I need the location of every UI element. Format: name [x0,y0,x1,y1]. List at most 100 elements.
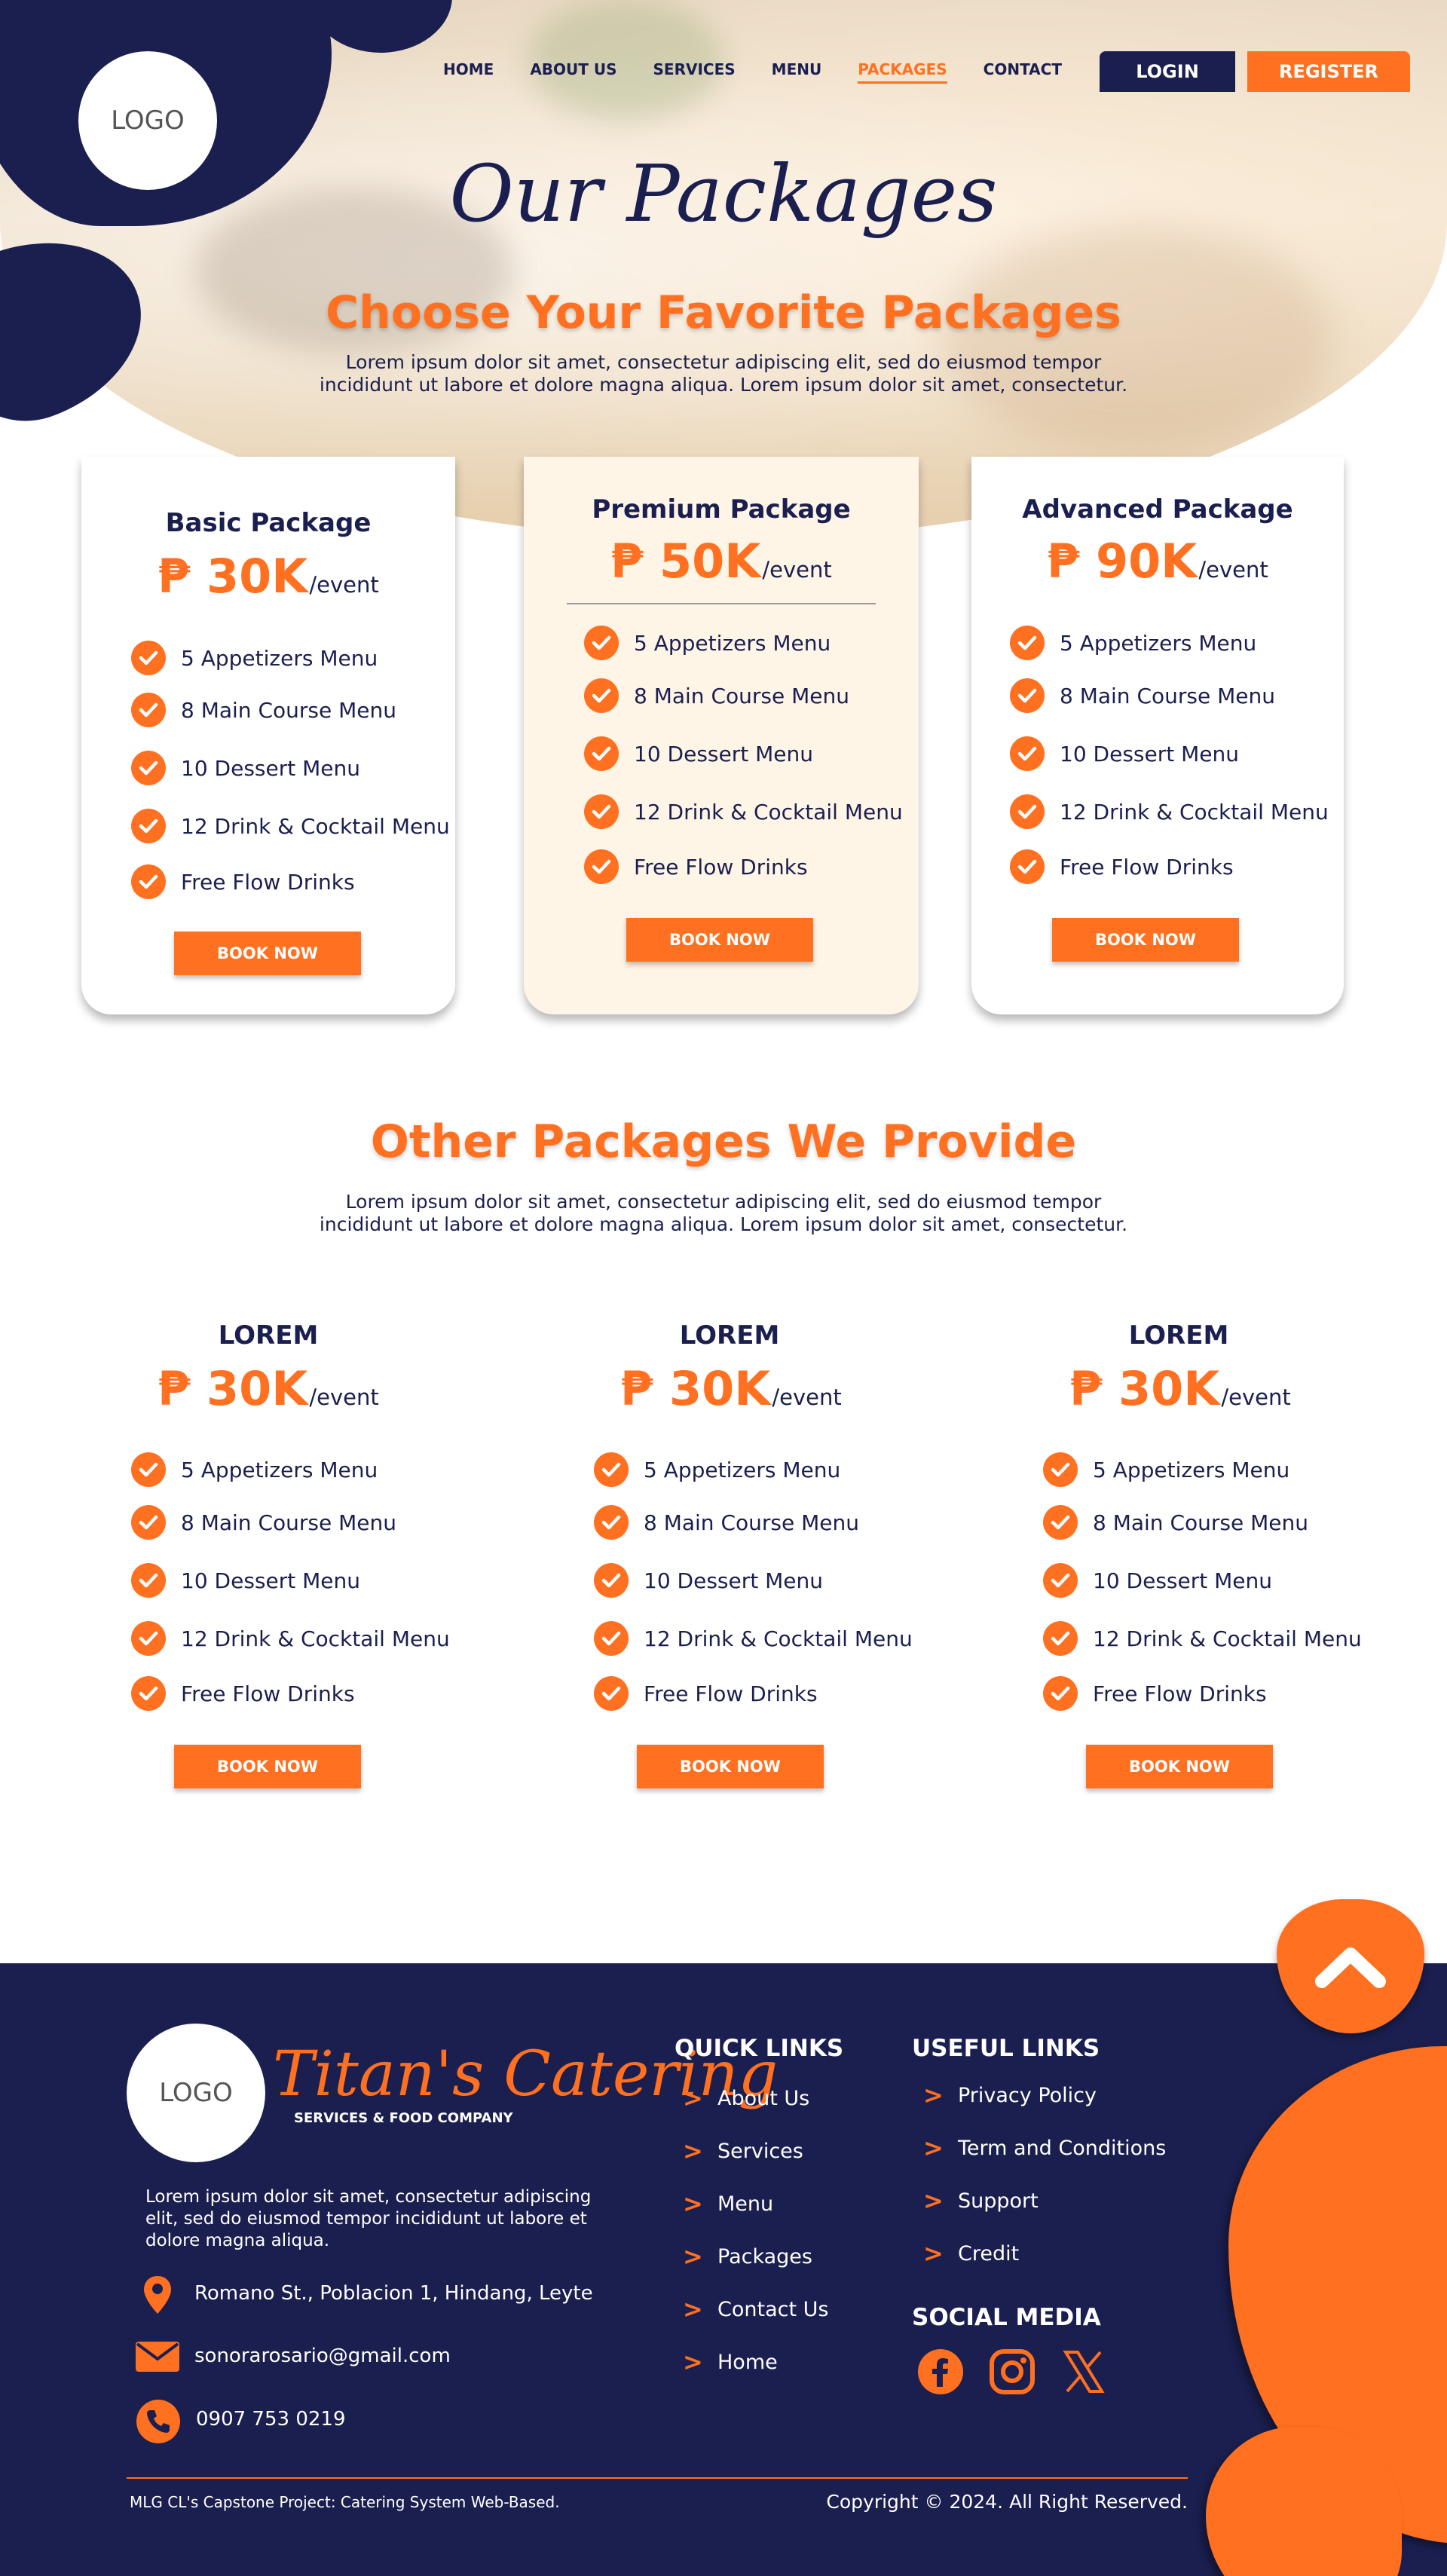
feature-label: 10 Dessert Menu [181,1568,360,1593]
check-icon [594,1452,629,1487]
footer-link-home[interactable]: > Home [683,2348,778,2376]
footer-link-menu[interactable]: > Menu [683,2189,773,2218]
hero-photo-blur [942,226,1334,452]
feature-item: 8 Main Course Menu [131,693,396,727]
chevron-right-icon: > [683,2084,703,2113]
register-button[interactable]: REGISTER [1247,51,1410,92]
feature-label: Free Flow Drinks [644,1681,818,1706]
nav-home[interactable]: HOME [443,60,494,84]
feature-label: 10 Dessert Menu [181,755,360,781]
footer-link-privacy-policy[interactable]: > Privacy Policy [923,2081,1097,2109]
check-icon [1043,1505,1078,1540]
check-icon [131,1452,166,1487]
price-unit: /event [1198,557,1268,583]
price-unit: /event [762,557,832,583]
footer-logo[interactable]: LOGO [127,2024,265,2162]
footer-link-support[interactable]: > Support [923,2186,1039,2215]
footer-link-label: Privacy Policy [958,2083,1097,2107]
check-icon [131,864,166,899]
feature-item: 5 Appetizers Menu [131,641,378,675]
other-package-price: ₱ 30K/event [544,1361,918,1416]
login-button[interactable]: LOGIN [1100,51,1235,92]
nav-packages[interactable]: PACKAGES [858,60,947,84]
footer-copyright: Copyright © 2024. All Right Reserved. [826,2491,1188,2513]
footer-about: Lorem ipsum dolor sit amet, consectetur … [145,2186,591,2252]
useful-links-heading: USEFUL LINKS [912,2035,1100,2062]
book-now-button[interactable]: BOOK NOW [1052,918,1239,962]
feature-item: 8 Main Course Menu [584,678,849,713]
footer-link-services[interactable]: > Services [683,2137,803,2165]
feature-label: Free Flow Drinks [634,854,808,880]
footer-link-label: Home [717,2350,778,2374]
book-now-button[interactable]: BOOK NOW [637,1745,824,1788]
facebook-icon[interactable] [916,2348,965,2396]
feature-item: 10 Dessert Menu [1043,1563,1272,1598]
page-script-title: Our Packages [449,148,998,240]
book-now-button[interactable]: BOOK NOW [174,932,361,975]
footer-link-label: Credit [958,2241,1020,2265]
instagram-icon[interactable] [988,2348,1036,2396]
check-icon [1010,678,1045,713]
feature-label: 5 Appetizers Menu [634,630,831,656]
check-icon [131,693,166,727]
chevron-right-icon: > [683,2295,703,2324]
footer-address: Romano St., Poblacion 1, Hindang, Leyte [194,2282,593,2305]
footer-link-label: Term and Conditions [958,2136,1167,2160]
footer-link-packages[interactable]: > Packages [683,2242,812,2271]
feature-item: 5 Appetizers Menu [584,626,831,660]
check-icon [131,1505,166,1540]
feature-item: Free Flow Drinks [131,864,355,899]
feature-label: Free Flow Drinks [1060,854,1234,880]
nav-about-us[interactable]: ABOUT US [530,60,616,84]
x-twitter-icon[interactable] [1060,2348,1108,2396]
feature-item: 12 Drink & Cocktail Menu [131,1621,450,1656]
price-amount: ₱ 90K [1047,534,1198,589]
feature-item: 10 Dessert Menu [131,1563,360,1598]
book-now-button[interactable]: BOOK NOW [626,918,813,962]
feature-label: 5 Appetizers Menu [181,645,378,671]
check-icon [584,626,619,660]
footer-phone: 0907 753 0219 [196,2408,346,2431]
feature-label: 12 Drink & Cocktail Menu [644,1626,913,1651]
nav-contact[interactable]: CONTACT [984,60,1062,84]
other-package-price: ₱ 30K/event [993,1361,1367,1416]
book-now-button[interactable]: BOOK NOW [1086,1745,1273,1788]
footer-link-contact-us[interactable]: > Contact Us [683,2295,828,2324]
package-price: ₱ 90K/event [971,534,1344,589]
feature-label: 5 Appetizers Menu [644,1457,841,1482]
feature-label: 8 Main Course Menu [634,683,849,708]
feature-item: 12 Drink & Cocktail Menu [1043,1621,1362,1656]
footer-link-about-us[interactable]: > About Us [683,2084,809,2113]
package-title: Premium Package [592,494,851,525]
nav-menu[interactable]: MENU [772,60,822,84]
footer-link-label: Support [958,2189,1039,2213]
book-now-button[interactable]: BOOK NOW [174,1745,361,1788]
check-icon [1043,1621,1078,1656]
footer-link-credit[interactable]: > Credit [923,2239,1019,2268]
feature-item: 8 Main Course Menu [1043,1505,1308,1540]
social-media-heading: SOCIAL MEDIA [912,2304,1101,2331]
price-amount: ₱ 30K [158,549,308,604]
package-card-advanced: Advanced Package ₱ 90K/event 5 Appetizer… [971,457,1344,1014]
feature-label: Free Flow Drinks [1093,1681,1267,1706]
feature-label: 12 Drink & Cocktail Menu [1060,799,1329,825]
chevron-right-icon: > [683,2189,703,2218]
footer-link-label: Menu [717,2192,774,2216]
chevron-right-icon: > [923,2186,944,2215]
price-unit: /event [309,1384,379,1410]
feature-label: 10 Dessert Menu [634,741,813,766]
other-packages-heading: Other Packages We Provide [370,1115,1077,1168]
other-package-price: ₱ 30K/event [81,1361,455,1416]
footer-link-terms[interactable]: > Term and Conditions [923,2134,1166,2162]
footer-about-line: elit, sed do eiusmod tempor incididunt u… [145,2209,587,2229]
feature-label: 8 Main Course Menu [644,1510,859,1535]
footer-email[interactable]: sonorarosario@gmail.com [194,2345,451,2367]
price-unit: /event [1221,1384,1291,1410]
footer-about-line: Lorem ipsum dolor sit amet, consectetur … [145,2187,592,2207]
other-package-title: LOREM [1128,1320,1229,1351]
check-icon [131,809,166,843]
check-icon [594,1621,629,1656]
other-lead-line: incididunt ut labore et dolore magna ali… [319,1213,1128,1235]
nav-services[interactable]: SERVICES [653,60,736,84]
feature-item: 5 Appetizers Menu [131,1452,378,1487]
